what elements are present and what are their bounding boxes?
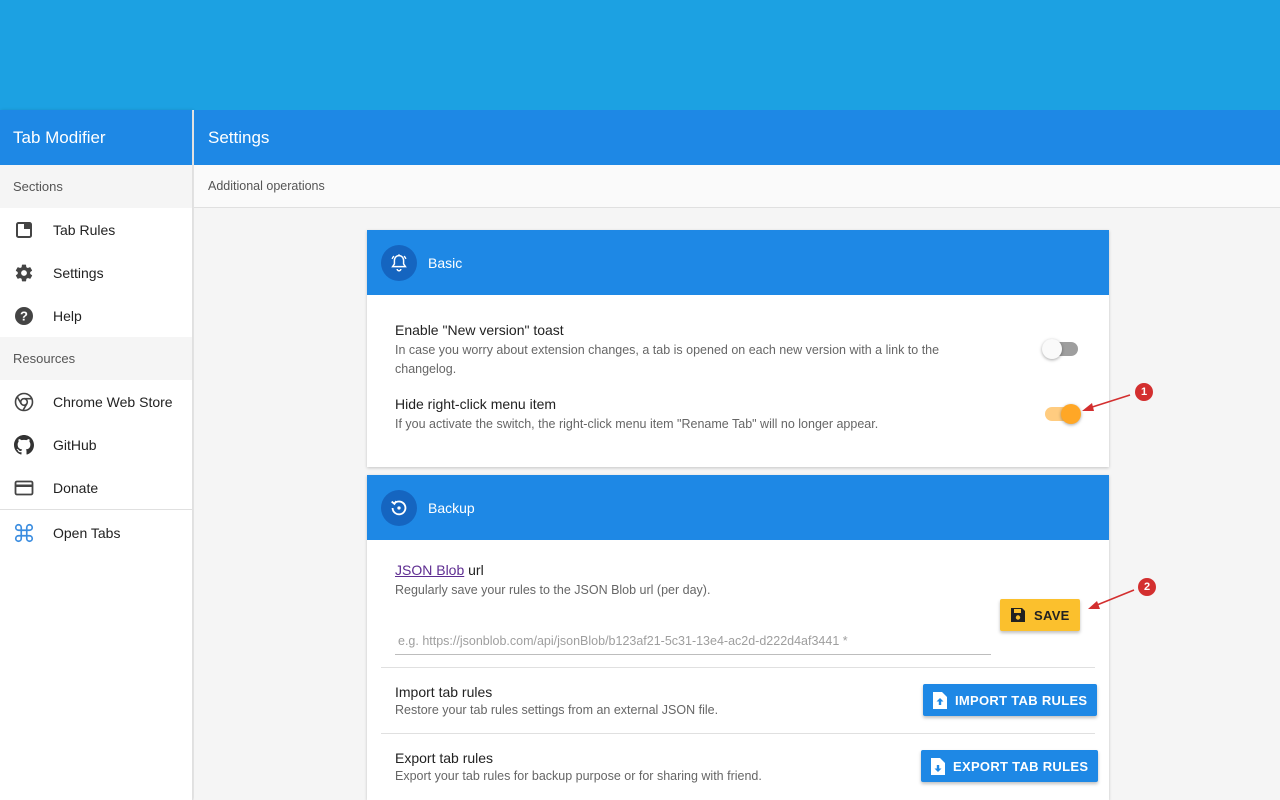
json-blob-section: JSON Blob url Regularly save your rules … xyxy=(367,540,1109,667)
command-icon xyxy=(13,522,35,544)
svg-text:?: ? xyxy=(20,308,28,323)
toggle-knob xyxy=(1061,404,1081,424)
annotation-marker-1: 1 xyxy=(1135,383,1153,401)
sidebar-item-chrome-web-store[interactable]: Chrome Web Store xyxy=(0,380,192,423)
export-tab-rules-button[interactable]: EXPORT TAB RULES xyxy=(921,750,1099,782)
annotation-marker-2: 2 xyxy=(1138,578,1156,596)
page-subtitle: Additional operations xyxy=(194,165,1280,208)
backup-card: Backup JSON Blob url Regularly save your… xyxy=(367,475,1109,800)
basic-card-title: Basic xyxy=(428,254,463,271)
sidebar-item-github[interactable]: GitHub xyxy=(0,423,192,466)
sidebar-item-label: Help xyxy=(53,307,82,324)
json-blob-suffix: url xyxy=(464,562,484,578)
help-icon: ? xyxy=(13,305,35,327)
app-title: Tab Modifier xyxy=(0,110,192,165)
export-section: Export tab rules Export your tab rules f… xyxy=(367,734,1109,800)
import-section: Import tab rules Restore your tab rules … xyxy=(367,668,1109,733)
import-tab-rules-button[interactable]: IMPORT TAB RULES xyxy=(923,684,1098,716)
resources-label: Resources xyxy=(0,337,192,380)
github-icon xyxy=(13,434,35,456)
sidebar-item-label: Open Tabs xyxy=(53,524,121,541)
sidebar-item-label: Donate xyxy=(53,479,99,496)
main-content: Settings Additional operations Basic Ena… xyxy=(194,110,1280,800)
toast-setting-desc: In case you worry about extension change… xyxy=(395,343,940,376)
restore-icon xyxy=(381,489,417,526)
file-download-icon xyxy=(931,757,945,775)
credit-card-icon xyxy=(13,477,35,499)
json-blob-title: JSON Blob url xyxy=(395,562,1081,578)
gear-icon xyxy=(13,262,35,284)
basic-card-header: Basic xyxy=(367,230,1109,295)
top-banner xyxy=(0,0,1280,110)
hide-menu-setting-title: Hide right-click menu item xyxy=(395,396,557,412)
basic-card: Basic Enable "New version" toast In case… xyxy=(367,230,1109,467)
backup-card-title: Backup xyxy=(428,499,475,516)
sidebar-item-donate[interactable]: Donate xyxy=(0,466,192,509)
toast-toggle[interactable] xyxy=(1042,339,1078,359)
sidebar-item-help[interactable]: ? Help xyxy=(0,294,192,337)
tab-icon xyxy=(13,219,35,241)
export-button-label: EXPORT TAB RULES xyxy=(953,758,1089,774)
save-button[interactable]: SAVE xyxy=(1000,599,1080,631)
sidebar-item-open-tabs[interactable]: Open Tabs xyxy=(0,510,192,555)
sidebar: Tab Modifier Sections Tab Rules Settings… xyxy=(0,110,193,800)
json-blob-setting: JSON Blob url Regularly save your rules … xyxy=(367,540,1109,600)
toggle-knob xyxy=(1042,339,1062,359)
hide-menu-setting: Hide right-click menu item If you activa… xyxy=(367,379,1109,434)
sidebar-item-label: Tab Rules xyxy=(53,221,116,238)
sidebar-item-label: GitHub xyxy=(53,436,97,453)
toast-setting-title: Enable "New version" toast xyxy=(395,322,564,338)
json-blob-link[interactable]: JSON Blob xyxy=(395,562,464,578)
floppy-disk-icon xyxy=(1010,607,1026,623)
backup-card-header: Backup xyxy=(367,475,1109,540)
save-button-label: SAVE xyxy=(1034,607,1070,623)
file-upload-icon xyxy=(933,691,947,709)
sidebar-item-settings[interactable]: Settings xyxy=(0,251,192,294)
json-blob-url-input[interactable] xyxy=(395,630,991,655)
sidebar-item-label: Chrome Web Store xyxy=(53,393,173,410)
hide-menu-toggle[interactable] xyxy=(1045,404,1081,424)
sections-label: Sections xyxy=(0,165,192,208)
toast-setting: Enable "New version" toast In case you w… xyxy=(367,295,1109,379)
hide-menu-setting-desc: If you activate the switch, the right-cl… xyxy=(395,417,879,431)
json-blob-desc: Regularly save your rules to the JSON Bl… xyxy=(395,583,711,597)
chrome-icon xyxy=(13,391,35,413)
sidebar-item-tab-rules[interactable]: Tab Rules xyxy=(0,208,192,251)
page-title: Settings xyxy=(194,110,1280,165)
sidebar-item-label: Settings xyxy=(53,264,104,281)
bell-icon xyxy=(381,244,417,281)
import-button-label: IMPORT TAB RULES xyxy=(955,692,1088,708)
